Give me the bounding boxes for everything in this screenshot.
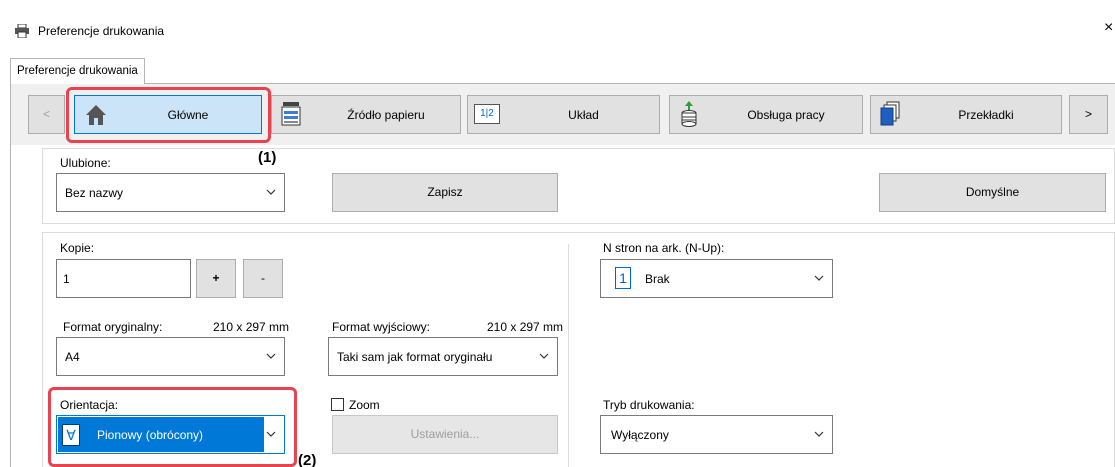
portrait-rotated-icon: ∀ — [62, 424, 80, 446]
copies-increment-button[interactable]: + — [196, 259, 236, 298]
nup-select[interactable]: 1 Brak — [600, 259, 833, 298]
copies-input[interactable]: 1 — [56, 259, 191, 298]
zoom-settings-button[interactable]: Ustawienia... — [332, 415, 558, 454]
print-mode-label: Tryb drukowania: — [603, 398, 695, 412]
orientation-value: Pionowy (obrócony) — [97, 428, 204, 442]
output-size-value: Taki sam jak format oryginału — [337, 350, 493, 364]
chevron-down-icon — [814, 275, 824, 281]
chevron-down-icon — [814, 431, 824, 437]
copies-label: Kopie: — [60, 241, 95, 255]
title-bar: Preferencje drukowania × — [0, 0, 1115, 46]
orientation-label: Orientacja: — [60, 398, 119, 412]
favorites-value: Bez nazwy — [65, 186, 124, 200]
window-title: Preferencje drukowania — [38, 24, 165, 38]
nav-item-job-handling[interactable]: Obsługa pracy — [669, 95, 863, 134]
output-size-dims: 210 x 297 mm — [487, 320, 564, 334]
nav-item-label: Układ — [568, 107, 599, 122]
nav-next-button[interactable]: > — [1069, 95, 1108, 134]
chevron-down-icon — [539, 353, 549, 359]
printer-icon — [15, 24, 29, 38]
favorites-select[interactable]: Bez nazwy — [56, 173, 285, 212]
nup-one-icon: 1 — [615, 267, 631, 289]
nav-item-main[interactable]: Główne — [74, 95, 262, 134]
copies-decrement-button[interactable]: - — [243, 259, 283, 298]
chevron-down-icon — [266, 431, 276, 437]
original-size-dims: 210 x 297 mm — [213, 320, 290, 334]
nav-item-paper-source[interactable]: Źródło papieru — [271, 95, 461, 134]
tab-print-preferences[interactable]: Preferencje drukowania — [10, 58, 145, 84]
original-size-label: Format oryginalny: — [63, 320, 163, 334]
nav-item-inserts[interactable]: Przekładki — [870, 95, 1062, 134]
chevron-down-icon — [266, 353, 276, 359]
zoom-label: Zoom — [349, 398, 380, 412]
nav-prev-button[interactable]: < — [28, 95, 65, 134]
nav-item-label: Główne — [167, 107, 209, 122]
nup-value: Brak — [645, 272, 670, 286]
save-button[interactable]: Zapisz — [332, 173, 558, 212]
original-size-select[interactable]: A4 — [56, 337, 285, 376]
copies-value: 1 — [63, 272, 70, 286]
output-size-label: Format wyjściowy: — [332, 320, 431, 334]
nav-item-label: Obsługa pracy — [747, 107, 825, 122]
nup-label: N stron na ark. (N-Up): — [603, 241, 725, 255]
orientation-select[interactable]: ∀ Pionowy (obrócony) — [56, 415, 285, 454]
print-mode-select[interactable]: Wyłączony — [600, 415, 833, 454]
defaults-button[interactable]: Domyślne — [879, 173, 1106, 212]
favorites-label: Ulubione: — [60, 156, 111, 170]
chevron-down-icon — [266, 189, 276, 195]
callout-2: (2) — [298, 452, 317, 467]
column-divider — [568, 244, 569, 467]
close-button[interactable]: × — [1104, 20, 1113, 36]
nav-item-layout[interactable]: 1|2 Układ — [467, 95, 660, 134]
original-size-value: A4 — [65, 350, 80, 364]
output-size-select[interactable]: Taki sam jak format oryginału — [328, 337, 558, 376]
nav-item-label: Przekładki — [958, 107, 1014, 122]
print-mode-value: Wyłączony — [611, 428, 669, 442]
nav-item-label: Źródło papieru — [347, 107, 425, 122]
zoom-checkbox[interactable] — [331, 398, 344, 411]
